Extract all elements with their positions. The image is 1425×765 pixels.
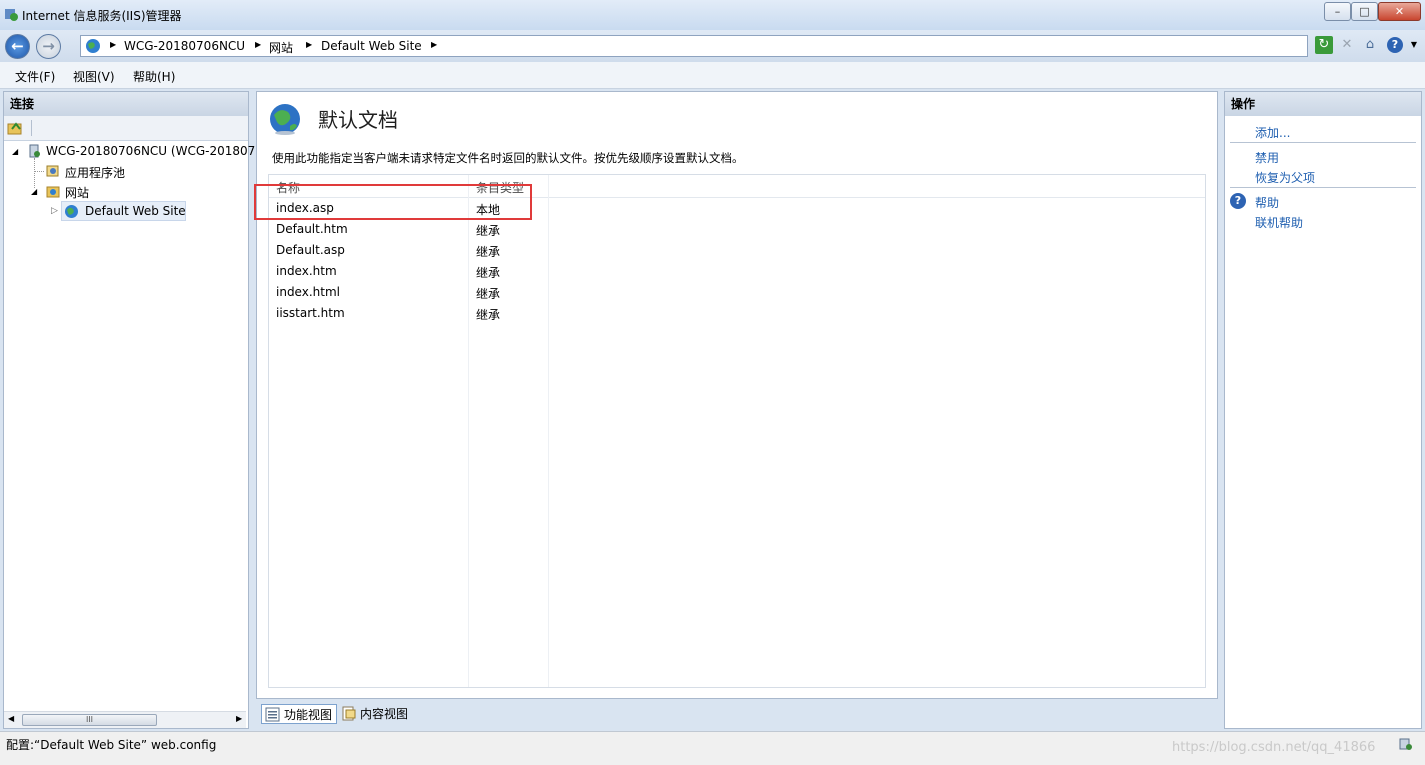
table-row[interactable]: index.htm 继承 — [269, 261, 1205, 282]
menu-help[interactable]: 帮助(H) — [133, 68, 175, 85]
revert-to-parent-link[interactable]: 恢复为父项 — [1255, 169, 1315, 186]
globe-icon — [64, 204, 79, 222]
help-icon[interactable]: ? — [1387, 37, 1403, 53]
globe-icon — [268, 102, 302, 139]
status-bar: 配置:“Default Web Site” web.config https:/… — [0, 731, 1425, 765]
chevron-down-icon[interactable]: ▼ — [1405, 36, 1423, 54]
toolbar-separator — [31, 120, 32, 136]
help-icon: ? — [1230, 193, 1246, 209]
page-description: 使用此功能指定当客户端未请求特定文件名时返回的默认文件。按优先级顺序设置默认文档… — [272, 151, 744, 165]
menu-view[interactable]: 视图(V) — [73, 68, 115, 85]
content-view-icon — [341, 706, 356, 727]
row-name: index.htm — [276, 264, 337, 278]
tab-label: 功能视图 — [284, 708, 333, 722]
actions-panel: 操作 添加... 禁用 恢复为父项 ? 帮助 联机帮助 — [1224, 91, 1422, 729]
tab-feature-view[interactable]: 功能视图 — [261, 704, 338, 724]
globe-icon — [85, 38, 101, 57]
refresh-icon[interactable]: ↻ — [1315, 36, 1333, 54]
maximize-button[interactable]: □ — [1351, 2, 1378, 21]
scroll-thumb[interactable]: III — [22, 714, 157, 726]
status-text: 配置:“Default Web Site” web.config — [6, 738, 217, 752]
table-row[interactable]: iisstart.htm 继承 — [269, 303, 1205, 324]
chevron-right-icon[interactable]: ▶ — [255, 40, 261, 49]
home-icon[interactable]: ⌂ — [1361, 36, 1379, 54]
tree-line — [34, 171, 44, 173]
tree-item-server[interactable]: WCG-20180706NCU (WCG-2018070 — [46, 144, 263, 158]
tree-item-default-web-site[interactable]: Default Web Site — [61, 201, 186, 221]
breadcrumb-sites[interactable]: 网站 — [269, 39, 293, 56]
address-bar[interactable]: ▶ WCG-20180706NCU ▶ 网站 ▶ Default Web Sit… — [80, 35, 1308, 57]
arrow-right-icon: → — [42, 37, 55, 55]
table-row[interactable]: Default.htm 继承 — [269, 219, 1205, 240]
back-button[interactable]: ← — [5, 34, 30, 59]
help-action-link[interactable]: 帮助 — [1255, 194, 1279, 211]
row-type: 继承 — [476, 245, 501, 259]
row-name: Default.asp — [276, 243, 345, 257]
connect-folder-icon[interactable] — [7, 120, 23, 139]
app-pool-icon — [46, 164, 60, 178]
arrow-left-icon: ← — [11, 37, 24, 55]
connections-panel: 连接 ◢ WCG-20180706NCU (WCG-2018070 应用程序池 … — [3, 91, 263, 729]
tab-content-view[interactable]: 内容视图 — [338, 704, 412, 724]
title-bar: Internet 信息服务(IIS)管理器 – □ ✕ — [0, 0, 1425, 30]
divider — [1230, 187, 1416, 188]
expand-arrow-icon[interactable]: ▷ — [51, 206, 58, 216]
tree-line — [34, 158, 36, 188]
view-tabs: 功能视图 内容视图 — [256, 701, 1218, 727]
window-title: Internet 信息服务(IIS)管理器 — [22, 9, 182, 23]
server-icon — [27, 144, 41, 158]
sites-folder-icon — [46, 184, 60, 198]
horizontal-scrollbar[interactable]: ◀ III ▶ — [4, 711, 246, 728]
scroll-left-icon[interactable]: ◀ — [8, 714, 14, 723]
row-name: Default.htm — [276, 222, 348, 236]
connections-toolbar — [4, 116, 248, 141]
collapse-arrow-icon[interactable]: ◢ — [31, 187, 37, 196]
network-status-icon — [1398, 736, 1414, 755]
divider — [1230, 142, 1416, 143]
default-documents-list: 名称 条目类型 index.asp 本地 Default.htm 继承 Defa… — [268, 174, 1206, 688]
chevron-right-icon[interactable]: ▶ — [110, 40, 116, 49]
scroll-right-icon[interactable]: ▶ — [236, 714, 242, 723]
breadcrumb-server[interactable]: WCG-20180706NCU — [124, 39, 245, 53]
feature-view-icon — [265, 707, 280, 728]
minimize-button[interactable]: – — [1324, 2, 1351, 21]
main-panel: 默认文档 使用此功能指定当客户端未请求特定文件名时返回的默认文件。按优先级顺序设… — [256, 91, 1218, 699]
menu-file[interactable]: 文件(F) — [15, 68, 55, 85]
close-button[interactable]: ✕ — [1378, 2, 1421, 21]
highlight-annotation-box — [254, 184, 532, 220]
row-name: iisstart.htm — [276, 306, 345, 320]
row-type: 继承 — [476, 287, 501, 301]
add-action-link[interactable]: 添加... — [1255, 124, 1290, 141]
stop-icon[interactable]: ✕ — [1338, 36, 1356, 54]
forward-button[interactable]: → — [36, 34, 61, 59]
disable-action-link[interactable]: 禁用 — [1255, 149, 1279, 166]
chevron-right-icon[interactable]: ▶ — [431, 40, 437, 49]
watermark-text: https://blog.csdn.net/qq_41866 — [1172, 740, 1376, 755]
row-type: 继承 — [476, 308, 501, 322]
menu-bar: 文件(F) 视图(V) 帮助(H) — [0, 62, 1425, 89]
chevron-right-icon[interactable]: ▶ — [306, 40, 312, 49]
page-title: 默认文档 — [318, 108, 398, 132]
row-type: 继承 — [476, 266, 501, 280]
table-row[interactable]: index.html 继承 — [269, 282, 1205, 303]
collapse-arrow-icon[interactable]: ◢ — [12, 147, 18, 156]
online-help-link[interactable]: 联机帮助 — [1255, 214, 1303, 231]
row-name: index.html — [276, 285, 340, 299]
tab-label: 内容视图 — [360, 707, 409, 721]
connections-header: 连接 — [4, 92, 248, 116]
tree-item-sites[interactable]: 网站 — [65, 184, 89, 201]
breadcrumb-default-web-site[interactable]: Default Web Site — [321, 39, 422, 53]
tree-item-app-pools[interactable]: 应用程序池 — [65, 164, 125, 181]
tree-item-label: Default Web Site — [85, 204, 186, 218]
table-row[interactable]: Default.asp 继承 — [269, 240, 1205, 261]
actions-header: 操作 — [1225, 92, 1421, 116]
row-type: 继承 — [476, 224, 501, 238]
iis-app-icon — [4, 7, 18, 21]
